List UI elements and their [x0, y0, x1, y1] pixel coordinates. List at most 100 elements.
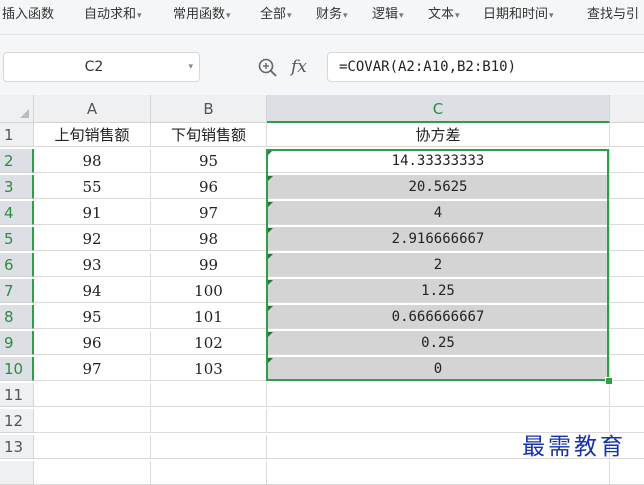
cell-text: 99 [198, 256, 219, 274]
date-time-menu[interactable]: 日期和时间▾ [483, 2, 554, 28]
cell-c5[interactable]: 2.916666667 [267, 227, 610, 251]
row-header-10[interactable]: 10 [0, 357, 34, 381]
row-header-3[interactable]: 3 [0, 175, 34, 199]
cell-b5[interactable]: 98 [151, 227, 267, 251]
chevron-down-icon[interactable]: ▾ [188, 53, 193, 81]
cell-c3[interactable]: 20.5625 [267, 175, 610, 199]
row-header-14[interactable] [0, 461, 34, 485]
cell-d14[interactable] [610, 461, 644, 485]
insert-function-button[interactable]: 插入函数 [2, 2, 54, 28]
column-header-d[interactable] [610, 95, 644, 123]
cell-d7[interactable] [610, 279, 644, 303]
lookup-reference-menu[interactable]: 查找与引 [587, 2, 639, 28]
row-header-11[interactable]: 11 [0, 383, 34, 407]
common-functions-menu[interactable]: 常用函数▾ [173, 2, 231, 28]
formula-input[interactable]: =COVAR(A2:A10,B2:B10) [327, 52, 644, 82]
cell-b1[interactable]: 下旬销售额 [151, 123, 267, 147]
cell-b9[interactable]: 102 [151, 331, 267, 355]
column-header-c[interactable]: C [267, 95, 610, 123]
cell-text: 95 [198, 152, 219, 170]
cell-c9[interactable]: 0.25 [267, 331, 610, 355]
cell-text: 0.666666667 [391, 309, 485, 325]
cell-d4[interactable] [610, 201, 644, 225]
cell-a11[interactable] [34, 383, 151, 407]
row-header-6[interactable]: 6 [0, 253, 34, 277]
cell-b6[interactable]: 99 [151, 253, 267, 277]
financial-label: 财务 [316, 7, 343, 22]
cell-b10[interactable]: 103 [151, 357, 267, 381]
cell-a9[interactable]: 96 [34, 331, 151, 355]
cell-a14[interactable] [34, 461, 151, 485]
row-header-7[interactable]: 7 [0, 279, 34, 303]
name-box[interactable]: C2 ▾ [3, 52, 200, 82]
cell-d6[interactable] [610, 253, 644, 277]
cell-d10[interactable] [610, 357, 644, 381]
logical-menu[interactable]: 逻辑▾ [372, 2, 404, 28]
row-header-4[interactable]: 4 [0, 201, 34, 225]
cell-b13[interactable] [151, 435, 267, 459]
cell-b14[interactable] [151, 461, 267, 485]
cell-text: 协方差 [415, 126, 461, 144]
cell-c1[interactable]: 协方差 [267, 123, 610, 147]
cell-a5[interactable]: 92 [34, 227, 151, 251]
cell-a3[interactable]: 55 [34, 175, 151, 199]
row-header-9[interactable]: 9 [0, 331, 34, 355]
select-all-corner[interactable] [0, 95, 34, 123]
text-menu[interactable]: 文本▾ [428, 2, 460, 28]
cell-c7[interactable]: 1.25 [267, 279, 610, 303]
insert-function-label: 插入函数 [2, 7, 55, 22]
cell-c8[interactable]: 0.666666667 [267, 305, 610, 329]
autosum-label: 自动求和 [84, 7, 137, 22]
cell-d2[interactable] [610, 149, 644, 173]
column-header-b[interactable]: B [151, 95, 267, 123]
cell-a7[interactable]: 94 [34, 279, 151, 303]
date-time-label: 日期和时间 [483, 7, 549, 22]
cell-c4[interactable]: 4 [267, 201, 610, 225]
cell-a1[interactable]: 上旬销售额 [34, 123, 151, 147]
cell-a12[interactable] [34, 409, 151, 433]
cell-a8[interactable]: 95 [34, 305, 151, 329]
number-as-text-flag-icon [268, 202, 273, 207]
column-header-a[interactable]: A [34, 95, 151, 123]
cell-c6[interactable]: 2 [267, 253, 610, 277]
cell-text: 101 [194, 308, 223, 326]
cell-b7[interactable]: 100 [151, 279, 267, 303]
cell-b2[interactable]: 95 [151, 149, 267, 173]
cell-b11[interactable] [151, 383, 267, 407]
cell-text: 103 [194, 360, 223, 378]
cell-text: 上旬销售额 [54, 126, 130, 144]
cell-b12[interactable] [151, 409, 267, 433]
cell-d5[interactable] [610, 227, 644, 251]
insert-function-fx-icon[interactable]: fx [291, 53, 307, 81]
cell-a4[interactable]: 91 [34, 201, 151, 225]
cell-d11[interactable] [610, 383, 644, 407]
cell-text: 96 [198, 178, 219, 196]
fill-handle[interactable] [605, 377, 613, 385]
cell-c10[interactable]: 0 [267, 357, 610, 381]
cell-d9[interactable] [610, 331, 644, 355]
cell-c11[interactable] [267, 383, 610, 407]
autosum-menu[interactable]: 自动求和▾ [84, 2, 142, 28]
cell-a2[interactable]: 98 [34, 149, 151, 173]
cell-b4[interactable]: 97 [151, 201, 267, 225]
cell-d8[interactable] [610, 305, 644, 329]
row-header-5[interactable]: 5 [0, 227, 34, 251]
row-header-2[interactable]: 2 [0, 149, 34, 173]
cell-b8[interactable]: 101 [151, 305, 267, 329]
all-functions-menu[interactable]: 全部▾ [260, 2, 292, 28]
cell-a6[interactable]: 93 [34, 253, 151, 277]
cell-d1[interactable] [610, 123, 644, 147]
financial-menu[interactable]: 财务▾ [316, 2, 348, 28]
cell-c2[interactable]: 14.33333333 [267, 149, 610, 173]
row-header-1[interactable]: 1 [0, 123, 34, 147]
cell-c14[interactable] [267, 461, 610, 485]
row-header-8[interactable]: 8 [0, 305, 34, 329]
cell-a13[interactable] [34, 435, 151, 459]
row-header-12[interactable]: 12 [0, 409, 34, 433]
cell-text: 92 [82, 230, 102, 248]
cell-d3[interactable] [610, 175, 644, 199]
zoom-icon[interactable] [258, 58, 280, 78]
cell-b3[interactable]: 96 [151, 175, 267, 199]
row-header-13[interactable]: 13 [0, 435, 34, 459]
cell-a10[interactable]: 97 [34, 357, 151, 381]
